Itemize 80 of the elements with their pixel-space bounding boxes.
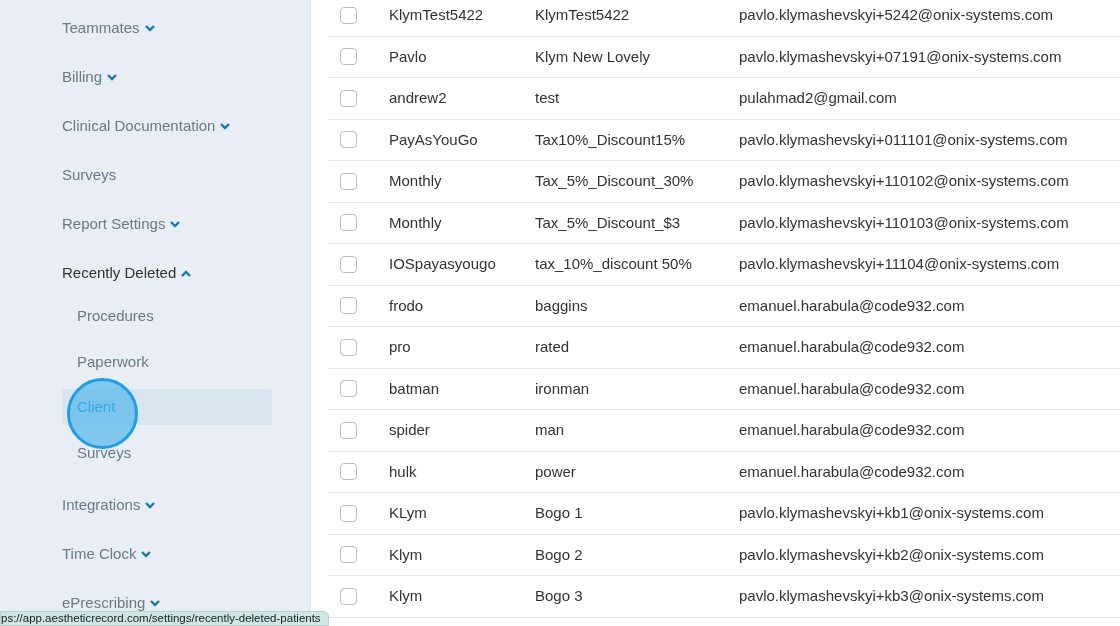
table-cell-text: Klym New Lovely xyxy=(535,46,652,67)
status-url: ps://app.aestheticrecord.com/settings/recently-deleted-patients xyxy=(0,611,329,626)
table-cell-text: Klym xyxy=(389,586,424,606)
table-cell-text: pavlo.klymashevskyi+kb2@onix-systems.com xyxy=(739,544,1044,565)
table-cell-text: test xyxy=(535,88,561,108)
table-cell-text: tax_10%_discount 50% xyxy=(535,254,693,274)
table-cell-text: andrew2 xyxy=(389,88,448,108)
checkbox[interactable] xyxy=(340,131,357,149)
table-cell-text: pavlo.klymashevskyi+5242@onix-systems.com xyxy=(739,5,1054,25)
sidebar-item[interactable]: Teammates xyxy=(62,17,140,40)
chevron-down-icon xyxy=(107,74,118,81)
sidebar-item[interactable]: Time Clock xyxy=(62,542,137,566)
table-cell-text: emanuel.harabula@code932.com xyxy=(739,295,965,316)
table-cell-text: emanuel.harabula@code932.com xyxy=(739,461,965,482)
chevron-up-icon xyxy=(181,270,192,277)
table-cell-text: pavlo.klymashevskyi+110103@onix-systems.com xyxy=(739,212,1069,233)
table-cell-text: Pavlo xyxy=(389,46,428,67)
table-cell-text: hulk xyxy=(389,461,418,482)
table-cell-text: Tax_5%_Discount_$3 xyxy=(535,212,682,233)
table-cell-text: pavlo.klymashevskyi+11104@onix-systems.com xyxy=(739,254,1060,274)
chevron-down-icon xyxy=(145,501,156,509)
checkbox[interactable] xyxy=(340,6,357,24)
table-cell-text: pro xyxy=(389,337,412,357)
checkbox[interactable] xyxy=(340,463,357,481)
table-cell-text: spider xyxy=(389,420,431,440)
checkbox[interactable] xyxy=(340,255,357,273)
table-cell-text: Klym xyxy=(389,544,424,565)
table-cell-text: IOSpayasyougo xyxy=(389,254,497,274)
table-cell-text: PayAsYouGo xyxy=(389,129,479,150)
table-cell-text: Tax_5%_Discount_30% xyxy=(535,171,695,191)
chevron-down-icon xyxy=(170,221,181,228)
chevron-down-icon xyxy=(144,25,155,32)
table-cell-text: KlymTest5422 xyxy=(535,5,631,25)
sidebar-subitem[interactable]: Procedures xyxy=(62,293,272,339)
table-cell-text: Bogo 2 xyxy=(535,544,584,565)
table-cell-text: pavlo.klymashevskyi+011101@onix-systems.com xyxy=(739,129,1068,150)
table-cell-text: Monthly xyxy=(389,171,443,191)
table-cell-text: power xyxy=(535,461,577,482)
table-cell-text: Bogo 3 xyxy=(535,586,584,606)
sidebar-subitem[interactable]: Paperwork xyxy=(62,338,272,384)
table-cell-text: KLym xyxy=(389,503,428,523)
checkbox[interactable] xyxy=(340,504,357,522)
sidebar-item[interactable]: Clinical Documentation xyxy=(62,115,216,138)
table-cell-text: Bogo 1 xyxy=(535,503,584,523)
table-cell-text: batman xyxy=(389,378,441,399)
checkbox[interactable] xyxy=(340,172,357,190)
table-cell-text: emanuel.harabula@code932.com xyxy=(739,378,965,399)
table-cell-text: ironman xyxy=(535,378,591,399)
table-cell-text: emanuel.harabula@code932.com xyxy=(739,337,965,357)
checkbox[interactable] xyxy=(340,546,357,564)
checkbox[interactable] xyxy=(340,89,357,107)
sidebar-item[interactable]: Integrations xyxy=(62,493,141,517)
table-cell-text: pavlo.klymashevskyi+07191@onix-systems.com xyxy=(739,46,1062,67)
table-cell-text: man xyxy=(535,420,566,440)
sidebar-item[interactable]: Surveys xyxy=(62,164,117,187)
table-cell-text: baggins xyxy=(535,295,589,316)
table-cell-text: KlymTest5422 xyxy=(389,5,485,25)
checkbox[interactable] xyxy=(340,214,357,232)
sidebar-item[interactable]: Billing xyxy=(62,66,103,89)
table-cell-text: pavlo.klymashevskyi+kb1@onix-systems.com xyxy=(739,503,1044,523)
checkbox[interactable] xyxy=(340,48,357,66)
chevron-down-icon xyxy=(150,599,161,607)
table-cell-text: frodo xyxy=(389,295,425,316)
table-cell-text: rated xyxy=(535,337,571,357)
checkbox[interactable] xyxy=(340,421,357,439)
sidebar-subitem[interactable]: Surveys xyxy=(62,430,272,476)
checkbox[interactable] xyxy=(340,297,357,315)
table-cell-text: pulahmad2@gmail.com xyxy=(739,88,897,108)
table-cell-text: emanuel.harabula@code932.com xyxy=(739,420,965,440)
table-cell-text: pavlo.klymashevskyi+kb3@onix-systems.com xyxy=(739,586,1044,606)
checkbox[interactable] xyxy=(340,380,357,398)
table-cell-text: Monthly xyxy=(389,212,443,233)
chevron-down-icon xyxy=(141,550,152,558)
checkbox[interactable] xyxy=(340,587,357,605)
table-cell-text: Tax10%_Discount15% xyxy=(535,129,687,150)
chevron-down-icon xyxy=(220,123,231,130)
checkbox[interactable] xyxy=(340,338,357,356)
sidebar-item[interactable]: Recently Deleted xyxy=(62,262,177,285)
sidebar-item[interactable]: Report Settings xyxy=(62,213,166,236)
table-cell-text: pavlo.klymashevskyi+110102@onix-systems.com xyxy=(739,171,1069,191)
